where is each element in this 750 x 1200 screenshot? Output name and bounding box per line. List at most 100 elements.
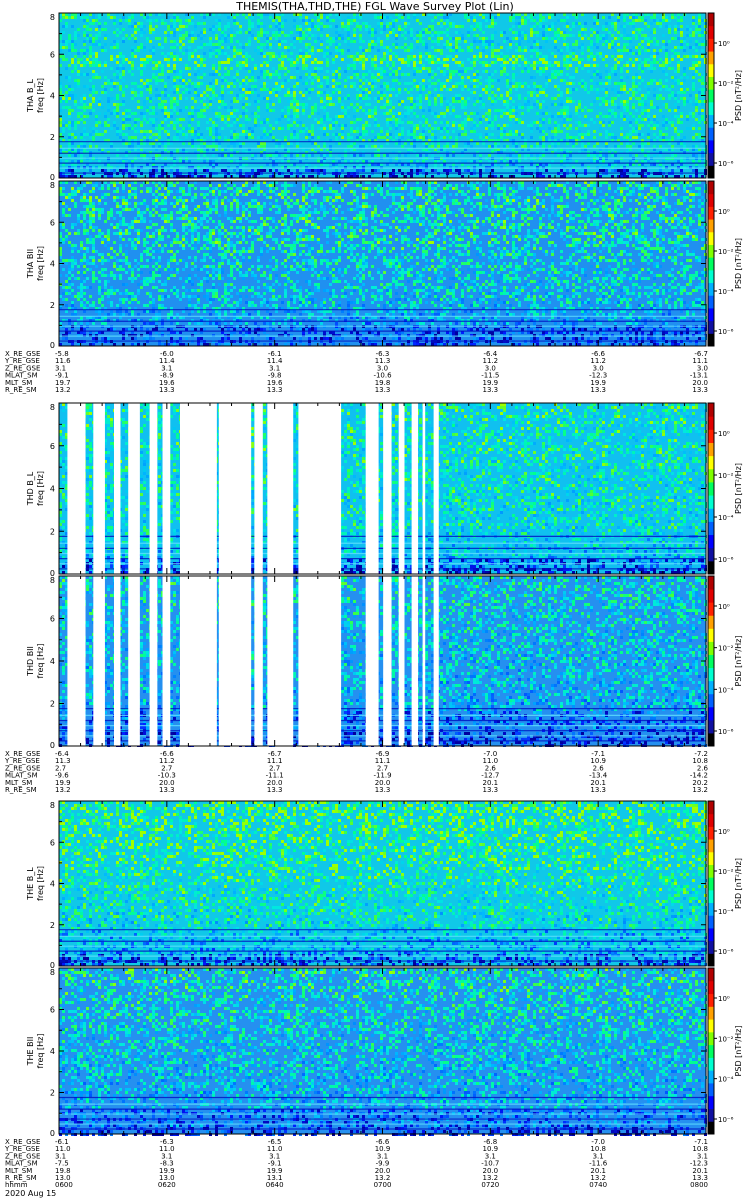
spectrogram-cell [593,82,596,85]
spectrogram-cell [410,82,413,85]
spectrogram-cell [539,124,542,127]
spectrogram-cell [584,82,587,85]
spectrogram-cell [677,91,680,94]
spectrogram-cell [317,121,320,124]
spectrogram-cell [395,115,398,118]
spectrogram-cell [170,88,173,91]
spectrogram-cell [425,52,428,55]
spectrogram-cell [641,112,644,115]
spectrogram-cell [224,79,227,82]
spectrogram-cell [665,25,668,28]
spectrogram-cell [512,31,515,34]
spectrogram-cell [290,37,293,40]
spectrogram-cell [245,67,248,70]
spectrogram-cell [197,109,200,112]
spectrogram-cell [305,106,308,109]
spectrogram-cell [71,46,74,49]
spectrogram-cell [437,43,440,46]
spectrogram-cell [191,52,194,55]
spectrogram-cell [296,25,299,28]
spectrogram-cell [422,118,425,121]
spectrogram-cell [536,61,539,64]
spectrogram-cell [305,43,308,46]
spectrogram-cell [344,40,347,43]
spectrogram-cell [596,37,599,40]
spectrogram-cell [551,76,554,79]
spectrogram-cell [443,16,446,19]
spectrogram-cell [329,25,332,28]
spectrogram-cell [683,73,686,76]
spectrogram-cell [380,46,383,49]
spectrogram-cell [314,58,317,61]
spectrogram-cell [647,22,650,25]
spectrogram-cell [266,82,269,85]
spectrogram-cell [95,100,98,103]
spectrogram-cell [248,31,251,34]
spectrogram-cell [434,97,437,100]
spectrogram-cell [356,88,359,91]
spectrogram-cell [563,121,566,124]
spectrogram-cell [332,85,335,88]
spectrogram-cell [248,37,251,40]
spectrogram-cell [500,67,503,70]
spectrogram-cell [464,103,467,106]
spectrogram-cell [470,79,473,82]
spectrogram-cell [605,91,608,94]
spectrogram-cell [140,43,143,46]
spectrogram-cell [122,79,125,82]
spectrogram-cell [209,118,212,121]
spectrogram-cell [194,25,197,28]
spectrogram-cell [155,79,158,82]
spectrogram-cell [167,64,170,67]
spectrogram-cell [662,64,665,67]
spectrogram-cell [395,124,398,127]
spectrogram-cell [77,106,80,109]
spectrogram-cell [266,121,269,124]
spectrogram-cell [215,127,218,130]
spectrogram-cell [440,85,443,88]
spectrogram-cell [440,31,443,34]
spectrogram-cell [698,88,701,91]
spectrogram-cell [188,67,191,70]
spectrogram-cell [290,100,293,103]
spectrogram-cell [581,58,584,61]
spectrogram-cell [698,22,701,25]
spectrogram-cell [326,115,329,118]
spectrogram-cell [410,121,413,124]
spectrogram-cell [296,82,299,85]
spectrogram-cell [665,58,668,61]
spectrogram-cell [464,70,467,73]
spectrogram-cell [98,22,101,25]
spectrogram-cell [665,61,668,64]
spectrogram-cell [521,31,524,34]
spectrogram-cell [677,106,680,109]
spectrogram-cell [689,55,692,58]
spectrogram-cell [572,25,575,28]
spectrogram-cell [371,109,374,112]
spectrogram-cell [533,64,536,67]
spectrogram-cell [167,61,170,64]
spectrogram-cell [599,121,602,124]
spectrogram-cell [560,94,563,97]
spectrogram-cell [665,88,668,91]
spectrogram-cell [422,115,425,118]
spectrogram-cell [488,115,491,118]
spectrogram-cell [263,88,266,91]
spectrogram-cell [245,52,248,55]
spectrogram-cell [341,37,344,40]
spectrogram-cell [350,64,353,67]
spectrogram-cell [569,88,572,91]
spectrogram-cell [257,52,260,55]
spectrogram-cell [233,49,236,52]
spectrogram-cell [392,115,395,118]
spectrogram-cell [494,94,497,97]
spectrogram-cell [560,121,563,124]
spectrogram-cell [143,46,146,49]
spectrogram-cell [296,67,299,70]
spectrogram-cell [473,124,476,127]
spectrogram-cell [491,52,494,55]
spectrogram-cell [305,34,308,37]
spectrogram-cell [254,37,257,40]
spectrogram-cell [311,79,314,82]
spectrogram-cell [686,28,689,31]
